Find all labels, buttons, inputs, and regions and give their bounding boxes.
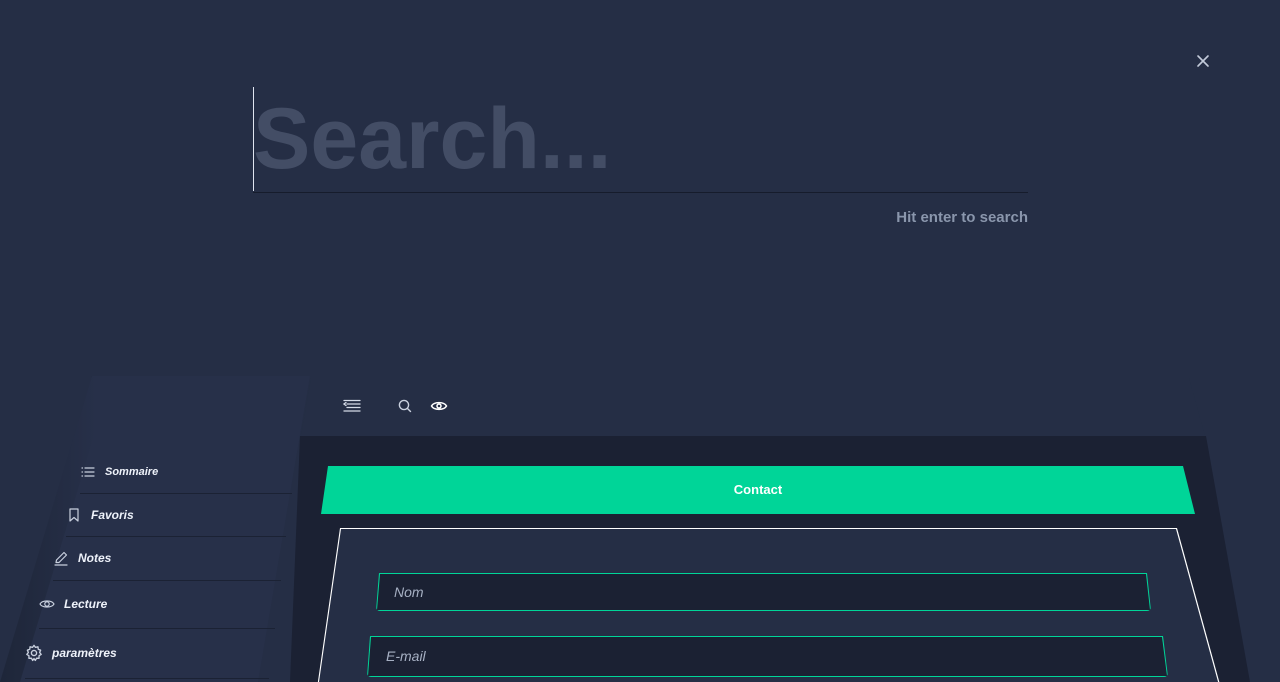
- sidebar-item-lecture[interactable]: Lecture: [39, 580, 275, 629]
- sidebar-item-notes[interactable]: Notes: [53, 536, 281, 581]
- pencil-icon: [54, 551, 68, 566]
- text-caret: [253, 87, 254, 191]
- reading-mode-button[interactable]: [430, 397, 448, 415]
- sidebar-item-sommaire[interactable]: Sommaire: [80, 451, 292, 494]
- sidebar-item-label: paramètres: [52, 646, 117, 660]
- search-icon: [398, 399, 412, 413]
- search-button[interactable]: [396, 397, 414, 415]
- close-icon: [1197, 55, 1209, 67]
- menu-button[interactable]: [342, 397, 361, 415]
- name-field-bg: [377, 574, 1150, 610]
- sidebar-item-label: Sommaire: [105, 466, 159, 478]
- name-field-placeholder: Nom: [394, 584, 424, 600]
- close-button[interactable]: [1192, 50, 1214, 72]
- sidebar-item-label: Lecture: [64, 597, 108, 611]
- menu-icon: [342, 399, 361, 412]
- list-icon: [81, 467, 95, 477]
- sidebar-item-label: Favoris: [91, 507, 134, 522]
- page: Hit enter to search Sommaire Favoris Not…: [0, 0, 1280, 682]
- search-input[interactable]: [253, 86, 1028, 192]
- eye-icon: [39, 600, 55, 608]
- gear-icon: [26, 644, 42, 662]
- eye-icon: [430, 401, 448, 411]
- email-field-placeholder: E-mail: [386, 648, 426, 664]
- email-field-bg: [368, 637, 1167, 676]
- search-hint: Hit enter to search: [896, 209, 1028, 226]
- contact-title: Contact: [733, 482, 783, 497]
- sidebar-item-favoris[interactable]: Favoris: [66, 493, 286, 537]
- sidebar-item-parametres[interactable]: paramètres: [25, 628, 269, 679]
- bookmark-icon: [69, 507, 79, 522]
- search-field: [253, 86, 1028, 193]
- sidebar-item-label: Notes: [78, 551, 112, 565]
